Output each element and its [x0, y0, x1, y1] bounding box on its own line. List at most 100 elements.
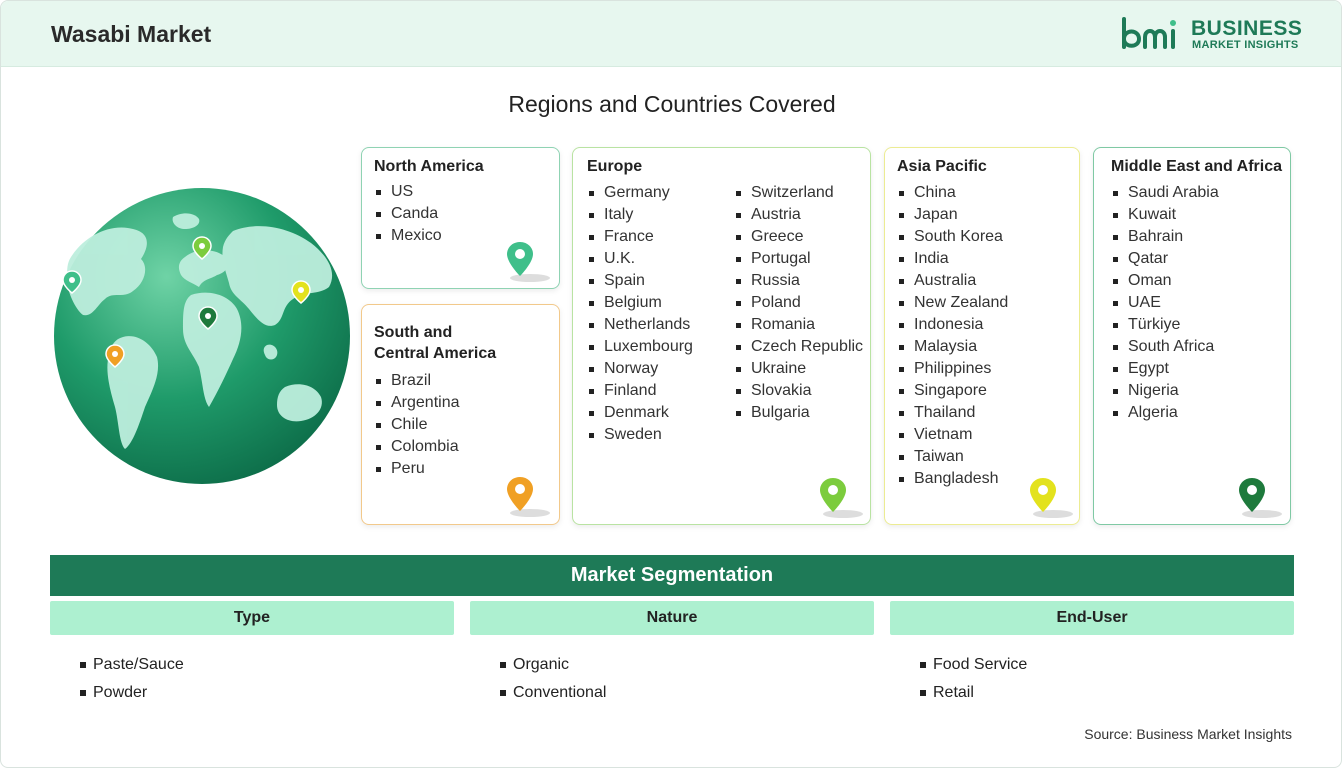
- country-item: New Zealand: [897, 292, 1008, 314]
- country-item: India: [897, 248, 1008, 270]
- segment-item: Powder: [80, 679, 184, 707]
- region-card-north-america: North America US Canda Mexico: [361, 147, 560, 289]
- country-item: Belgium: [587, 292, 693, 314]
- country-item: Vietnam: [897, 424, 1008, 446]
- country-item: Colombia: [374, 436, 460, 458]
- country-item: Denmark: [587, 402, 693, 424]
- segment-item: Paste/Sauce: [80, 651, 184, 679]
- segment-item: Conventional: [500, 679, 606, 707]
- segmentation-title-bar: Market Segmentation: [50, 555, 1294, 596]
- country-item: Singapore: [897, 380, 1008, 402]
- country-item: Bahrain: [1111, 226, 1219, 248]
- segment-item: Organic: [500, 651, 606, 679]
- country-item: Italy: [587, 204, 693, 226]
- map-pin-icon: [1239, 478, 1282, 518]
- globe-illustration: [54, 188, 350, 484]
- country-item: Mexico: [374, 225, 442, 247]
- segment-list-end-user: Food Service Retail: [920, 651, 1027, 707]
- country-item: Portugal: [734, 248, 863, 270]
- country-item: Thailand: [897, 402, 1008, 424]
- source-note: Source: Business Market Insights: [1084, 726, 1292, 742]
- country-item: Oman: [1111, 270, 1219, 292]
- segment-list-nature: Organic Conventional: [500, 651, 606, 707]
- country-item: Taiwan: [897, 446, 1008, 468]
- region-name-line2: Central America: [374, 345, 497, 362]
- segment-item: Food Service: [920, 651, 1027, 679]
- country-list: China Japan South Korea India Australia …: [897, 182, 1008, 490]
- country-item: Saudi Arabia: [1111, 182, 1219, 204]
- country-item: Germany: [587, 182, 693, 204]
- country-item: Algeria: [1111, 402, 1219, 424]
- map-pin-icon: [1030, 478, 1073, 518]
- country-item: Kuwait: [1111, 204, 1219, 226]
- infographic-frame: Wasabi Market BUSINESS MARKET INSIGHTS R…: [0, 0, 1342, 768]
- page-title: Wasabi Market: [51, 21, 212, 47]
- bmi-logo-icon: [1122, 17, 1176, 49]
- segment-list-type: Paste/Sauce Powder: [80, 651, 184, 707]
- country-item: U.K.: [587, 248, 693, 270]
- region-card-asia-pacific: Asia Pacific China Japan South Korea Ind…: [884, 147, 1080, 525]
- region-card-middle-east-africa: Middle East and Africa Saudi Arabia Kuwa…: [1093, 147, 1291, 525]
- country-item: Switzerland: [734, 182, 863, 204]
- country-item: Egypt: [1111, 358, 1219, 380]
- country-item: Indonesia: [897, 314, 1008, 336]
- country-item: Luxembourg: [587, 336, 693, 358]
- country-item: Bulgaria: [734, 402, 863, 424]
- country-item: Bangladesh: [897, 468, 1008, 490]
- country-item: Sweden: [587, 424, 693, 446]
- country-item: Malaysia: [897, 336, 1008, 358]
- country-item: South Africa: [1111, 336, 1219, 358]
- country-item: Argentina: [374, 392, 460, 414]
- country-list-col1: Germany Italy France U.K. Spain Belgium …: [587, 182, 693, 446]
- region-name: Middle East and Africa: [1111, 158, 1282, 175]
- country-list: US Canda Mexico: [374, 181, 442, 247]
- country-item: Netherlands: [587, 314, 693, 336]
- segment-item: Retail: [920, 679, 1027, 707]
- segment-heading-nature: Nature: [470, 601, 874, 635]
- segment-heading-type: Type: [50, 601, 454, 635]
- region-name: Asia Pacific: [897, 158, 987, 175]
- country-item: Nigeria: [1111, 380, 1219, 402]
- country-item: Romania: [734, 314, 863, 336]
- country-item: Austria: [734, 204, 863, 226]
- country-item: Philippines: [897, 358, 1008, 380]
- country-list: Saudi Arabia Kuwait Bahrain Qatar Oman U…: [1111, 182, 1219, 424]
- country-item: Czech Republic: [734, 336, 863, 358]
- region-card-europe: Europe Germany Italy France U.K. Spain B…: [572, 147, 871, 525]
- map-pin-icon: [507, 477, 550, 517]
- country-item: Finland: [587, 380, 693, 402]
- country-item: Qatar: [1111, 248, 1219, 270]
- country-item: US: [374, 181, 442, 203]
- country-item: Chile: [374, 414, 460, 436]
- region-name-line1: South and: [374, 324, 453, 341]
- region-card-south-central-america: South and Central America Brazil Argenti…: [361, 304, 560, 525]
- country-item: Poland: [734, 292, 863, 314]
- region-name: North America: [374, 158, 484, 175]
- logo-text-market-insights: MARKET INSIGHTS: [1192, 39, 1299, 51]
- regions-title: Regions and Countries Covered: [508, 91, 836, 117]
- country-list: Brazil Argentina Chile Colombia Peru: [374, 370, 460, 480]
- country-item: Brazil: [374, 370, 460, 392]
- country-list-col2: Switzerland Austria Greece Portugal Russ…: [734, 182, 863, 424]
- country-item: Australia: [897, 270, 1008, 292]
- country-item: Canda: [374, 203, 442, 225]
- segment-heading-end-user: End-User: [890, 601, 1294, 635]
- country-item: Slovakia: [734, 380, 863, 402]
- country-item: Türkiye: [1111, 314, 1219, 336]
- header-bar: Wasabi Market BUSINESS MARKET INSIGHTS: [1, 1, 1341, 67]
- country-item: UAE: [1111, 292, 1219, 314]
- country-item: Norway: [587, 358, 693, 380]
- logo-text-business: BUSINESS: [1191, 17, 1303, 40]
- map-pin-icon: [507, 242, 550, 282]
- region-name: Europe: [587, 158, 643, 175]
- country-item: Peru: [374, 458, 460, 480]
- country-item: France: [587, 226, 693, 248]
- country-item: South Korea: [897, 226, 1008, 248]
- country-item: China: [897, 182, 1008, 204]
- country-item: Ukraine: [734, 358, 863, 380]
- company-logo: BUSINESS MARKET INSIGHTS: [1121, 17, 1303, 53]
- country-item: Spain: [587, 270, 693, 292]
- country-item: Japan: [897, 204, 1008, 226]
- country-item: Greece: [734, 226, 863, 248]
- country-item: Russia: [734, 270, 863, 292]
